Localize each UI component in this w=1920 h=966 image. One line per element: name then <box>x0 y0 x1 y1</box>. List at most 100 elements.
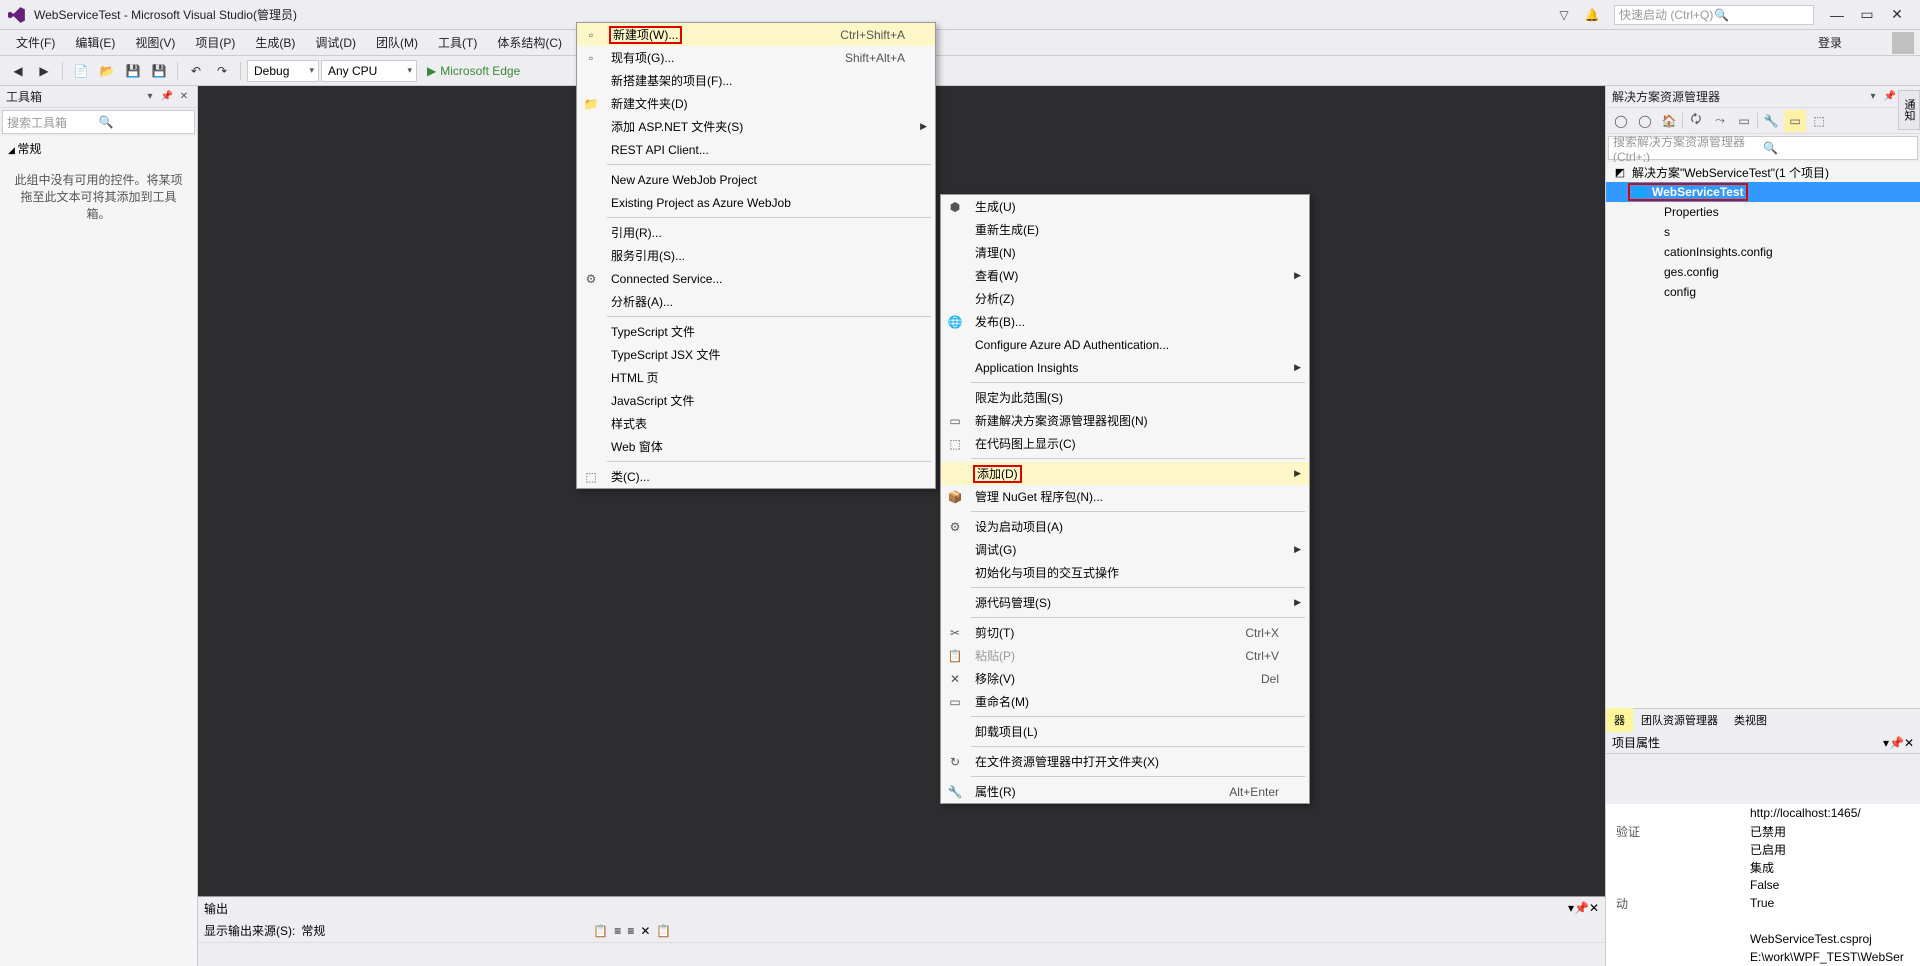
redo-button[interactable]: ↷ <box>210 60 234 82</box>
platform-combo[interactable]: Any CPU <box>321 60 417 82</box>
menu-item[interactable]: ✕移除(V)Del <box>941 667 1309 690</box>
nav-back-button[interactable]: ◀ <box>6 60 30 82</box>
tree-item[interactable]: ges.config <box>1606 262 1920 282</box>
output-btn2[interactable]: ≡ <box>614 924 621 938</box>
nav-fwd-button[interactable]: ▶ <box>32 60 56 82</box>
menu-debug[interactable]: 调试(D) <box>305 30 366 55</box>
user-avatar[interactable] <box>1892 32 1914 54</box>
solution-tree[interactable]: ◩解决方案"WebServiceTest"(1 个项目) 🌐WebService… <box>1606 162 1920 708</box>
menu-item[interactable]: 📦管理 NuGet 程序包(N)... <box>941 485 1309 508</box>
menu-item[interactable]: Application Insights▶ <box>941 356 1309 379</box>
toolbox-search-input[interactable]: 搜索工具箱 🔍 <box>2 110 195 134</box>
menu-item[interactable]: 查看(W)▶ <box>941 264 1309 287</box>
menu-item[interactable]: 卸载项目(L) <box>941 720 1309 743</box>
close-button[interactable]: ✕ <box>1882 6 1912 23</box>
menu-item[interactable]: 添加(D)▶ <box>941 462 1309 485</box>
menu-item[interactable]: 分析器(A)... <box>577 290 935 313</box>
menu-item[interactable]: 调试(G)▶ <box>941 538 1309 561</box>
undo-button[interactable]: ↶ <box>184 60 208 82</box>
pin-icon[interactable]: 📌 <box>1574 901 1589 915</box>
menu-item[interactable]: ⬚在代码图上显示(C) <box>941 432 1309 455</box>
menu-view[interactable]: 视图(V) <box>125 30 185 55</box>
menu-project[interactable]: 项目(P) <box>185 30 245 55</box>
sync-icon[interactable]: ⤳ <box>1709 110 1731 132</box>
notifications-tab[interactable]: 通知 <box>1898 90 1920 130</box>
properties-grid[interactable]: http://localhost:1465/ 验证已禁用 已启用 集成 Fals… <box>1606 804 1920 966</box>
properties-icon[interactable]: 🔧 <box>1760 110 1782 132</box>
refresh-icon[interactable]: 🗘 <box>1685 110 1707 132</box>
config-combo[interactable]: Debug <box>247 60 319 82</box>
menu-arch[interactable]: 体系结构(C) <box>487 30 572 55</box>
tree-item[interactable]: Properties <box>1606 202 1920 222</box>
menu-build[interactable]: 生成(B) <box>245 30 305 55</box>
minimize-button[interactable]: — <box>1822 7 1852 23</box>
maximize-button[interactable]: ▭ <box>1852 6 1882 23</box>
menu-item[interactable]: HTML 页 <box>577 366 935 389</box>
dropdown-icon[interactable]: ▾ <box>143 91 157 102</box>
menu-item[interactable]: 🔧属性(R)Alt+Enter <box>941 780 1309 803</box>
menu-item[interactable]: ✂剪切(T)Ctrl+X <box>941 621 1309 644</box>
menu-item[interactable]: 限定为此范围(S) <box>941 386 1309 409</box>
tree-item[interactable]: cationInsights.config <box>1606 242 1920 262</box>
tab-class-view[interactable]: 类视图 <box>1726 708 1775 732</box>
collapse-icon[interactable]: ▭ <box>1733 110 1755 132</box>
menu-item[interactable]: 📋粘贴(P)Ctrl+V <box>941 644 1309 667</box>
tree-item[interactable]: config <box>1606 282 1920 302</box>
menu-item[interactable]: 添加 ASP.NET 文件夹(S)▶ <box>577 115 935 138</box>
menu-item[interactable]: ↻在文件资源管理器中打开文件夹(X) <box>941 750 1309 773</box>
filter-icon[interactable]: ▽ <box>1554 8 1574 22</box>
tab-solution-explorer[interactable]: 器 <box>1606 708 1633 732</box>
solution-node[interactable]: ◩解决方案"WebServiceTest"(1 个项目) <box>1606 162 1920 182</box>
menu-item[interactable]: TypeScript 文件 <box>577 320 935 343</box>
close-icon[interactable]: ✕ <box>177 91 191 102</box>
tree-item[interactable]: s <box>1606 222 1920 242</box>
menu-item[interactable]: REST API Client... <box>577 138 935 161</box>
menu-item[interactable]: Configure Azure AD Authentication... <box>941 333 1309 356</box>
pin-icon[interactable]: 📌 <box>1889 736 1904 750</box>
menu-item[interactable]: New Azure WebJob Project <box>577 168 935 191</box>
fwd-icon[interactable]: ◯ <box>1634 110 1656 132</box>
menu-item[interactable]: ▫现有项(G)...Shift+Alt+A <box>577 46 935 69</box>
menu-item[interactable]: 源代码管理(S)▶ <box>941 591 1309 614</box>
menu-item[interactable]: ▭重命名(M) <box>941 690 1309 713</box>
view-icon[interactable]: ⬚ <box>1808 110 1830 132</box>
solution-search-input[interactable]: 搜索解决方案资源管理器(Ctrl+;) 🔍 <box>1608 136 1918 160</box>
open-button[interactable]: 📂 <box>95 60 119 82</box>
menu-item[interactable]: TypeScript JSX 文件 <box>577 343 935 366</box>
menu-item[interactable]: ⚙Connected Service... <box>577 267 935 290</box>
menu-item[interactable]: ⬢生成(U) <box>941 195 1309 218</box>
menu-edit[interactable]: 编辑(E) <box>65 30 125 55</box>
dropdown-icon[interactable]: ▾ <box>1866 91 1880 102</box>
toolbox-category[interactable]: 常规 <box>0 136 197 161</box>
close-icon[interactable]: ✕ <box>1589 901 1599 915</box>
menu-item[interactable]: ▭新建解决方案资源管理器视图(N) <box>941 409 1309 432</box>
output-source-combo[interactable]: 常规 <box>301 922 581 939</box>
menu-item[interactable]: ⬚类(C)... <box>577 465 935 488</box>
output-btn1[interactable]: 📋 <box>593 924 608 938</box>
save-button[interactable]: 💾 <box>121 60 145 82</box>
output-btn3[interactable]: ≡ <box>627 924 634 938</box>
menu-team[interactable]: 团队(M) <box>366 30 428 55</box>
output-clear[interactable]: ✕ <box>640 924 650 938</box>
notification-icon[interactable]: 🔔 <box>1582 8 1602 22</box>
save-all-button[interactable]: 💾 <box>147 60 171 82</box>
back-icon[interactable]: ◯ <box>1610 110 1632 132</box>
pin-icon[interactable]: 📌 <box>1883 91 1897 102</box>
menu-item[interactable]: ⚙设为启动项目(A) <box>941 515 1309 538</box>
menu-item[interactable]: 🌐发布(B)... <box>941 310 1309 333</box>
menu-item[interactable]: 新搭建基架的项目(F)... <box>577 69 935 92</box>
menu-item[interactable]: 清理(N) <box>941 241 1309 264</box>
project-node[interactable]: 🌐WebServiceTest <box>1606 182 1920 202</box>
login-link[interactable]: 登录 <box>1818 34 1882 51</box>
menu-item[interactable]: Web 窗体 <box>577 435 935 458</box>
show-all-icon[interactable]: ▭ <box>1784 110 1806 132</box>
menu-item[interactable]: 服务引用(S)... <box>577 244 935 267</box>
menu-item[interactable]: 样式表 <box>577 412 935 435</box>
new-project-button[interactable]: 📄 <box>69 60 93 82</box>
quick-launch-input[interactable]: 快速启动 (Ctrl+Q) 🔍 <box>1614 5 1814 25</box>
menu-tools[interactable]: 工具(T) <box>428 30 487 55</box>
close-icon[interactable]: ✕ <box>1904 736 1914 750</box>
menu-item[interactable]: ▫新建项(W)...Ctrl+Shift+A <box>577 23 935 46</box>
output-btn5[interactable]: 📋 <box>656 924 671 938</box>
menu-item[interactable]: 引用(R)... <box>577 221 935 244</box>
